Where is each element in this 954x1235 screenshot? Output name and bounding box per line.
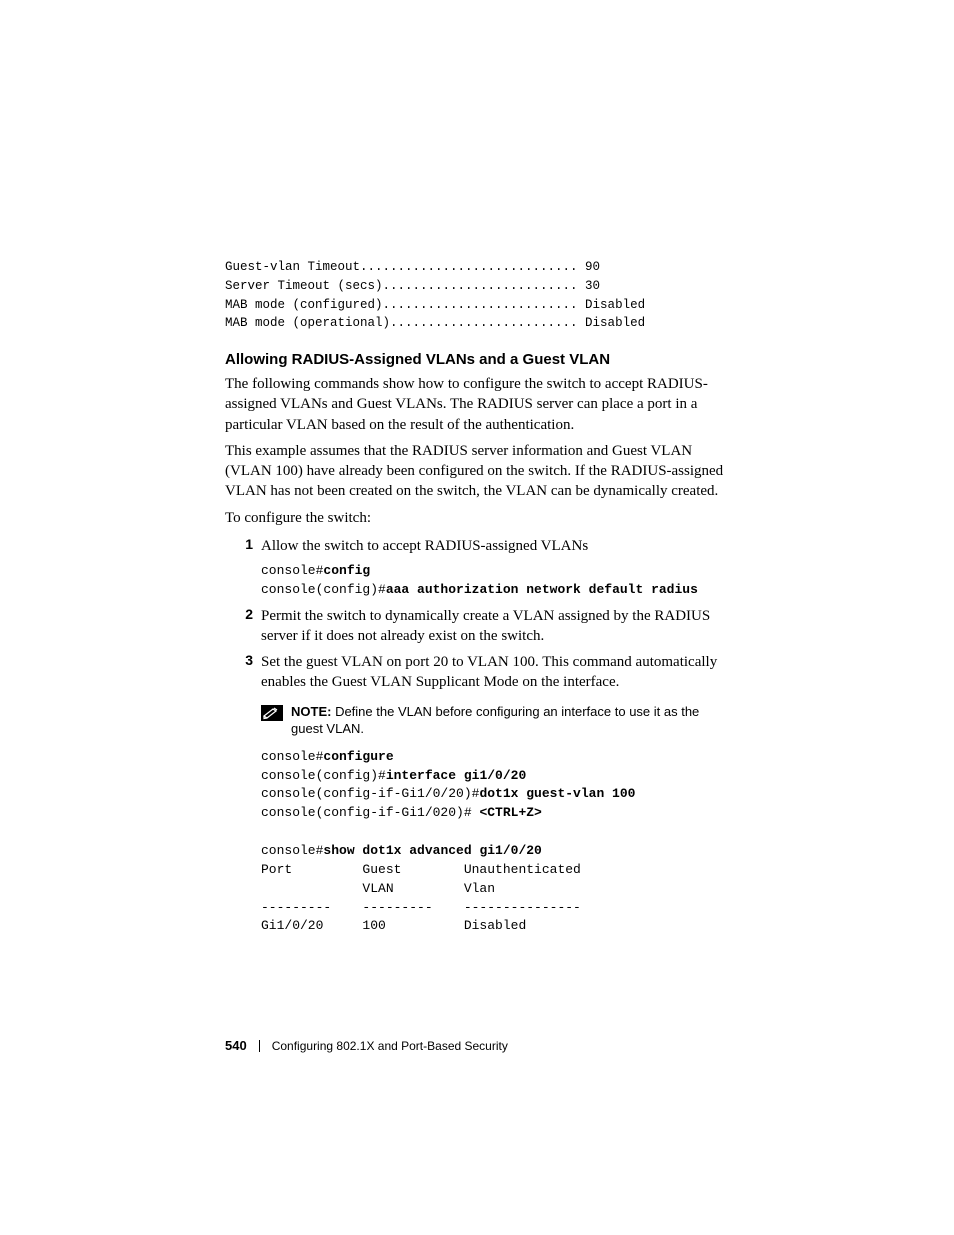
prompt: console(config-if-Gi1/0/20)# (261, 786, 479, 801)
paragraph-2: This example assumes that the RADIUS ser… (225, 441, 729, 502)
prompt: console# (261, 749, 323, 764)
command: interface gi1/0/20 (386, 768, 526, 783)
prompt: console(config)# (261, 582, 386, 597)
output-line: Port Guest Unauthenticated (261, 862, 581, 877)
chapter-title: Configuring 802.1X and Port-Based Securi… (272, 1039, 508, 1053)
list-number: 3 (225, 652, 261, 693)
list-item: 3 Set the guest VLAN on port 20 to VLAN … (225, 652, 729, 693)
pencil-note-icon (261, 705, 283, 721)
list-number: 1 (225, 536, 261, 556)
note-label: NOTE: (291, 704, 331, 719)
list-text: Set the guest VLAN on port 20 to VLAN 10… (261, 652, 729, 693)
list-text: Permit the switch to dynamically create … (261, 606, 729, 647)
list-text: Allow the switch to accept RADIUS-assign… (261, 536, 729, 556)
note-text: NOTE: Define the VLAN before configuring… (291, 703, 729, 738)
output-line: Gi1/0/20 100 Disabled (261, 918, 526, 933)
page-number: 540 (225, 1038, 247, 1053)
paragraph-3: To configure the switch: (225, 508, 729, 528)
section-heading: Allowing RADIUS-Assigned VLANs and a Gue… (225, 351, 729, 368)
prompt: console# (261, 563, 323, 578)
command: aaa authorization network default radius (386, 582, 698, 597)
prompt: console(config)# (261, 768, 386, 783)
footer-separator (259, 1040, 260, 1052)
command: config (323, 563, 370, 578)
prompt: console# (261, 843, 323, 858)
note-body: Define the VLAN before configuring an in… (291, 704, 699, 737)
command: show dot1x advanced gi1/0/20 (323, 843, 541, 858)
command: configure (323, 749, 393, 764)
paragraph-1: The following commands show how to confi… (225, 374, 729, 435)
note-callout: NOTE: Define the VLAN before configuring… (261, 703, 729, 738)
prompt: console(config-if-Gi1/020)# (261, 805, 479, 820)
list-item: 1 Allow the switch to accept RADIUS-assi… (225, 536, 729, 556)
output-line: --------- --------- --------------- (261, 900, 581, 915)
command: <CTRL+Z> (479, 805, 541, 820)
page-footer: 540 Configuring 802.1X and Port-Based Se… (225, 1038, 508, 1053)
code-block-2: console#configure console(config)#interf… (261, 748, 729, 936)
pre-output-block: Guest-vlan Timeout......................… (225, 258, 729, 333)
list-number: 2 (225, 606, 261, 647)
code-block-1: console#config console(config)#aaa autho… (261, 562, 729, 600)
command: dot1x guest-vlan 100 (479, 786, 635, 801)
output-line: VLAN Vlan (261, 881, 495, 896)
ordered-list: 1 Allow the switch to accept RADIUS-assi… (225, 536, 729, 936)
list-item: 2 Permit the switch to dynamically creat… (225, 606, 729, 647)
